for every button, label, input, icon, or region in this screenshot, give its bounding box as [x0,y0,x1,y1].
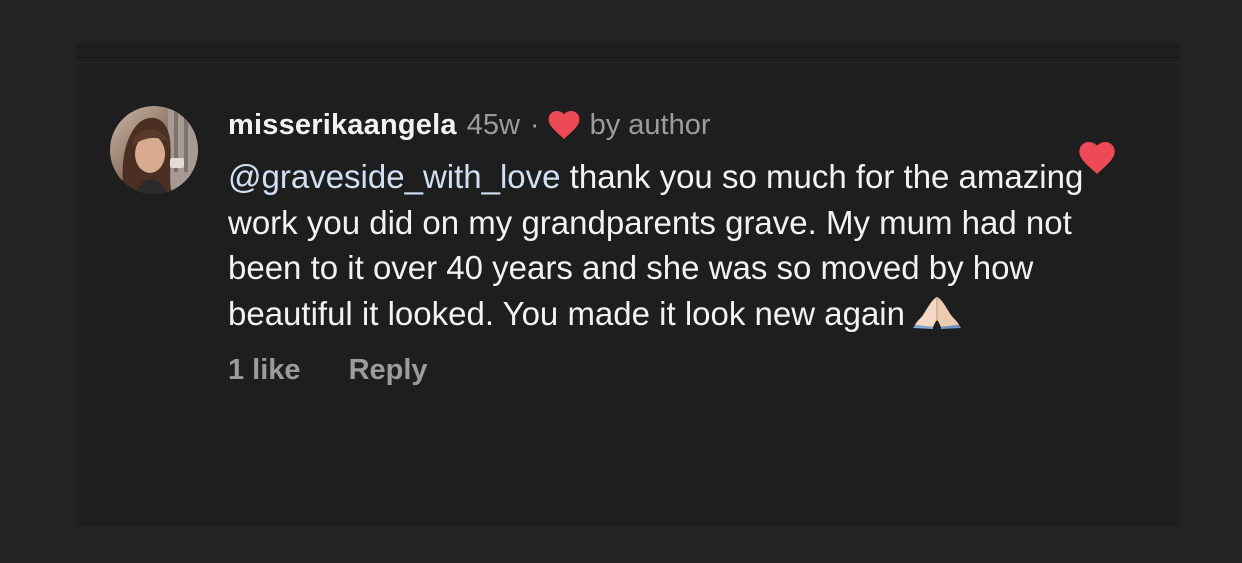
reply-button[interactable]: Reply [349,354,428,387]
liked-by-author-heart-icon [548,111,580,139]
by-author-label: by author [589,108,711,141]
timestamp: 45w [466,108,520,141]
separator-dot: · [529,108,540,141]
comment-header: misserikaangela 45w · by author [228,102,1088,148]
divider [76,62,1180,63]
comment-text: @graveside_with_love thank you so much f… [228,154,1088,336]
folded-hands-emoji-icon [911,295,963,329]
avatar-image [110,106,198,194]
comment: misserikaangela 45w · by author @gravesi… [228,102,1088,387]
comment-actions: 1 like Reply [228,354,1088,387]
username[interactable]: misserikaangela [228,109,457,142]
avatar[interactable] [110,106,198,194]
comment-card: misserikaangela 45w · by author @gravesi… [76,42,1180,527]
likes-count[interactable]: 1 like [228,354,301,387]
mention-link[interactable]: @graveside_with_love [228,158,561,195]
like-heart-icon[interactable] [1078,142,1116,174]
